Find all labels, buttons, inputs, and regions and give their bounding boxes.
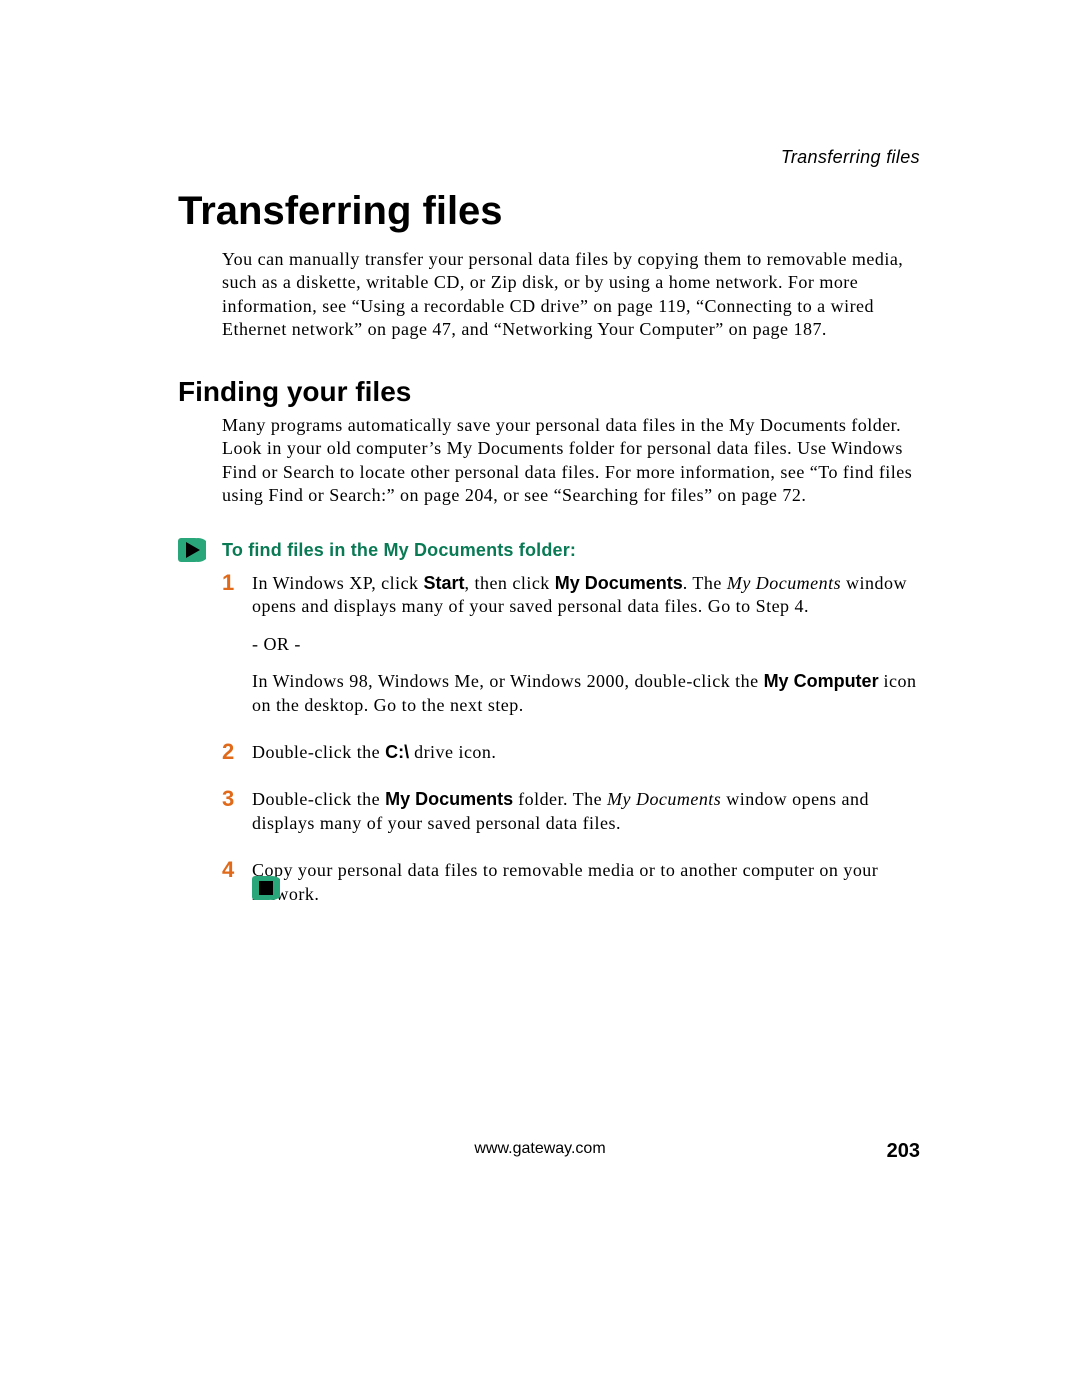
- step-body: Double-click the C:\ drive icon.: [252, 741, 496, 778]
- window-name: My Documents: [607, 789, 721, 809]
- text: Double-click the: [252, 789, 385, 809]
- stop-icon: [252, 875, 280, 901]
- ui-label-my-documents: My Documents: [385, 789, 513, 809]
- step-number: 3: [222, 788, 252, 849]
- text: folder. The: [513, 789, 607, 809]
- ui-label-my-documents: My Documents: [555, 573, 683, 593]
- page-footer: www.gateway.com 203: [160, 1140, 920, 1170]
- ui-label-my-computer: My Computer: [764, 671, 879, 691]
- step-body: Copy your personal data files to removab…: [252, 859, 922, 920]
- step-1: 1 In Windows XP, click Start, then click…: [222, 572, 922, 731]
- section-paragraph: Many programs automatically save your pe…: [222, 414, 922, 508]
- window-name: My Documents: [727, 573, 841, 593]
- step-list: 1 In Windows XP, click Start, then click…: [222, 572, 922, 930]
- step-number: 2: [222, 741, 252, 778]
- text: . The: [683, 573, 727, 593]
- step-body: In Windows XP, click Start, then click M…: [252, 572, 922, 731]
- text: , then click: [465, 573, 555, 593]
- text: In Windows XP, click: [252, 573, 424, 593]
- ui-label-start: Start: [424, 573, 465, 593]
- footer-url: www.gateway.com: [474, 1140, 605, 1158]
- ui-label-c-drive: C:\: [385, 742, 409, 762]
- step-number: 4: [222, 859, 252, 920]
- procedure-heading: To find files in the My Documents folder…: [222, 540, 576, 561]
- page-number: 203: [887, 1140, 920, 1163]
- step-2: 2 Double-click the C:\ drive icon.: [222, 741, 922, 778]
- step-body: Double-click the My Documents folder. Th…: [252, 788, 922, 849]
- play-icon: [178, 537, 206, 563]
- section-heading: Finding your files: [178, 376, 411, 408]
- step-number: 1: [222, 572, 252, 731]
- text: In Windows 98, Windows Me, or Windows 20…: [252, 671, 764, 691]
- intro-paragraph: You can manually transfer your personal …: [222, 248, 922, 342]
- text: drive icon.: [409, 742, 496, 762]
- text: Double-click the: [252, 742, 385, 762]
- step-4: 4 Copy your personal data files to remov…: [222, 859, 922, 920]
- running-header: Transferring files: [781, 147, 920, 168]
- or-separator: - OR -: [252, 633, 922, 656]
- step-3: 3 Double-click the My Documents folder. …: [222, 788, 922, 849]
- page: Transferring files Transferring files Yo…: [0, 0, 1080, 1397]
- page-title: Transferring files: [178, 189, 503, 234]
- text: Copy your personal data files to removab…: [252, 859, 922, 906]
